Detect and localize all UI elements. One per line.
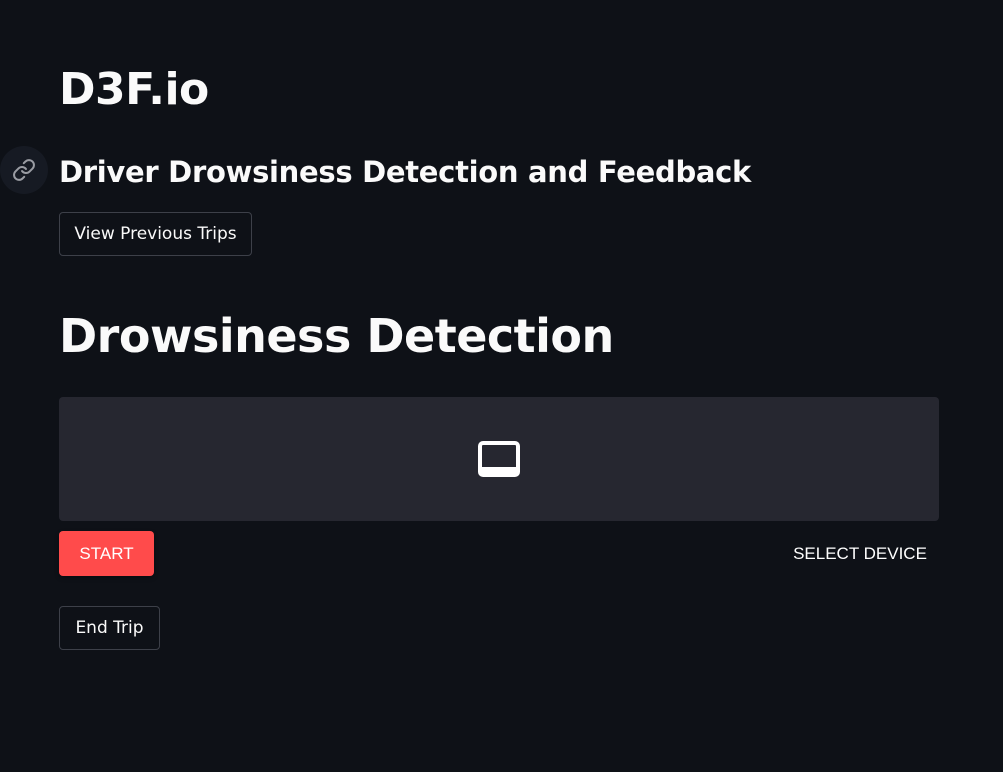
video-placeholder-icon <box>478 441 520 477</box>
start-button[interactable]: START <box>59 531 154 576</box>
section-title: Drowsiness Detection <box>59 309 614 363</box>
app-title: D3F.io <box>59 64 209 115</box>
page: D3F.io Driver Drowsiness Detection and F… <box>0 0 1003 772</box>
link-icon <box>13 159 35 181</box>
end-trip-button[interactable]: End Trip <box>59 606 160 650</box>
select-device-button[interactable]: SELECT DEVICE <box>780 531 940 576</box>
header-anchor-link[interactable] <box>0 146 48 194</box>
view-previous-trips-button[interactable]: View Previous Trips <box>59 212 252 256</box>
video-placeholder <box>59 397 939 521</box>
page-subtitle: Driver Drowsiness Detection and Feedback <box>59 155 752 189</box>
